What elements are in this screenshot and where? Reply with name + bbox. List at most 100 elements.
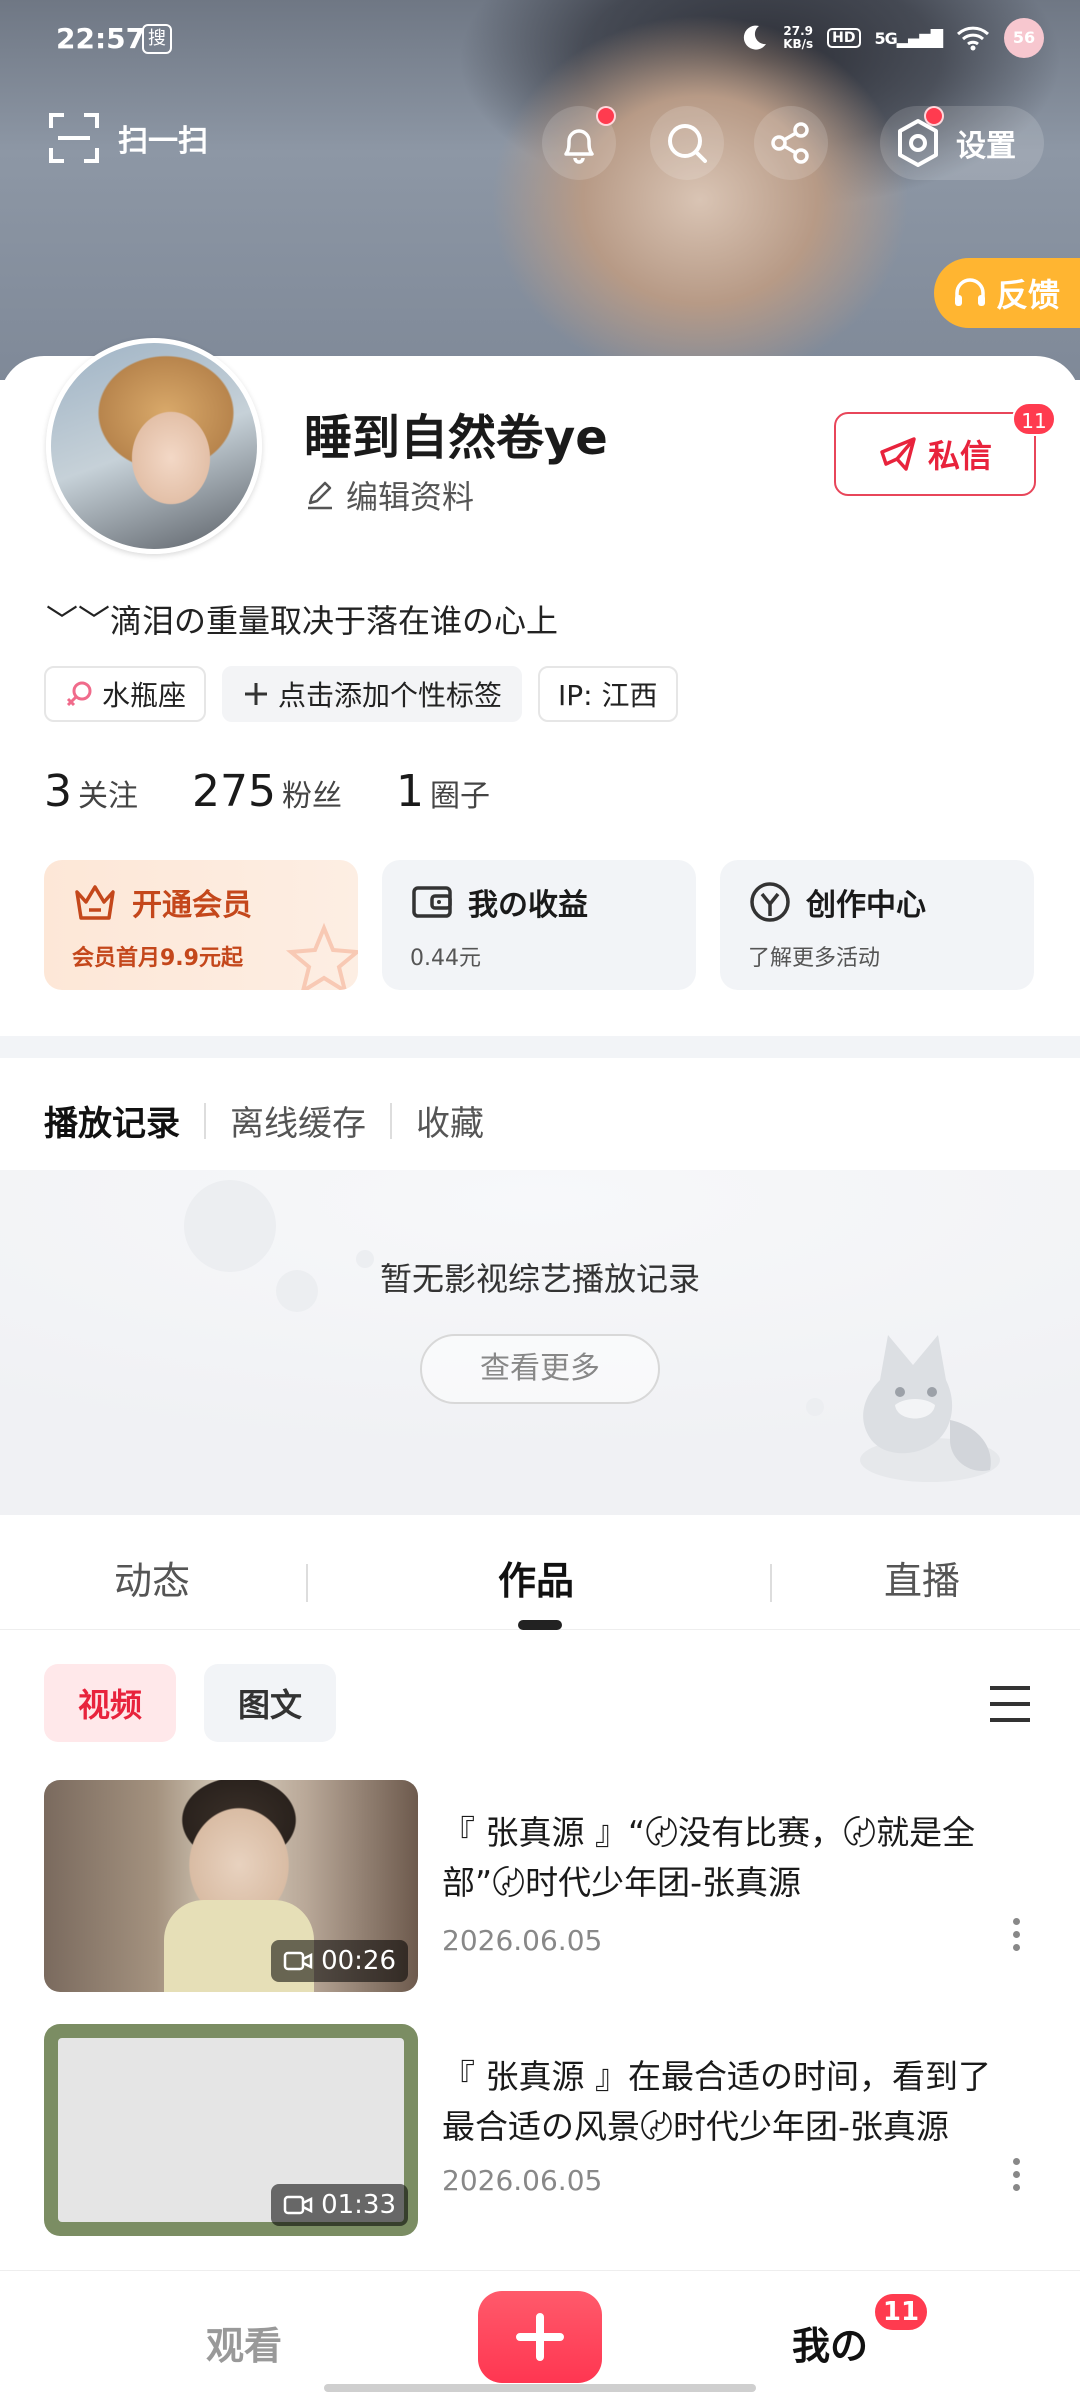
- view-more-button[interactable]: 查看更多: [420, 1334, 660, 1404]
- add-tag-label: 点击添加个性标签: [278, 679, 503, 712]
- vip-decoration-icon: [285, 922, 358, 990]
- tab-separator: [770, 1564, 772, 1602]
- search-app-icon: 搜: [142, 24, 172, 54]
- net-speed: 27.9 KB/s: [783, 24, 814, 51]
- status-time: 22:57: [56, 22, 146, 55]
- scan-button[interactable]: 扫一扫: [48, 112, 208, 164]
- more-options-icon[interactable]: [1010, 1918, 1022, 1951]
- scan-icon: [49, 113, 99, 163]
- tab-works[interactable]: 作品: [498, 1550, 574, 1605]
- scan-label: 扫一扫: [118, 124, 208, 159]
- list-menu-icon[interactable]: [988, 1684, 1032, 1724]
- top-nav: 扫一扫 设置: [0, 100, 1080, 190]
- video-camera-icon: [283, 2195, 313, 2215]
- pencil-icon: [308, 481, 332, 510]
- send-icon: [880, 437, 916, 471]
- share-button[interactable]: [754, 106, 828, 180]
- edit-profile-link[interactable]: 编辑资料: [304, 472, 474, 518]
- add-tag-button[interactable]: 点击添加个性标签: [222, 666, 523, 722]
- search-button[interactable]: [650, 106, 724, 180]
- status-bar: 22:57 搜 27.9 KB/s HD 5G▂▄▆█ 56: [0, 0, 1080, 76]
- wifi-icon: [956, 26, 990, 51]
- private-message-label: 私信: [927, 437, 992, 475]
- creator-center-card[interactable]: 创作中心 了解更多活动: [720, 860, 1034, 990]
- vip-card[interactable]: 开通会员 会员首月9.9元起: [44, 860, 358, 990]
- tab-play-history[interactable]: 播放记录: [44, 1096, 180, 1145]
- zodiac-label: 水瓶座: [102, 679, 187, 712]
- plus-icon: [245, 683, 268, 705]
- tab-feed[interactable]: 动态: [114, 1550, 190, 1605]
- nav-me[interactable]: 我の: [792, 2315, 868, 2370]
- content-tabs: 动态 作品 直播: [0, 1520, 1080, 1630]
- video-item[interactable]: 00:26 『 张真源 』“〄没有比赛，〄就是全部”〄时代少年团-张真源 202…: [44, 1780, 1044, 1992]
- settings-button[interactable]: 设置: [880, 106, 1044, 180]
- tab-separator: [306, 1564, 308, 1602]
- stat-circles[interactable]: 1 圈子: [396, 766, 490, 817]
- decor-bubble: [806, 1398, 824, 1416]
- video-thumbnail[interactable]: 00:26: [44, 1780, 418, 1992]
- creator-icon: [750, 882, 790, 922]
- stat-following[interactable]: 3 关注: [44, 766, 138, 817]
- creator-sub: 了解更多活动: [748, 946, 881, 971]
- filter-video[interactable]: 视频: [44, 1664, 177, 1742]
- feedback-label: 反馈: [996, 276, 1061, 314]
- settings-label: 设置: [956, 129, 1016, 164]
- section-divider: [0, 1036, 1080, 1058]
- empty-message: 暂无影视综艺播放记录: [379, 1260, 700, 1298]
- video-item[interactable]: 01:33 『 张真源 』在最合适の时间，看到了最合适の风景〄时代少年团-张真源…: [44, 2024, 1044, 2236]
- tab-separator: [204, 1102, 206, 1139]
- home-indicator: [324, 2384, 756, 2392]
- earnings-title: 我の收益: [468, 888, 588, 923]
- bell-icon: [564, 129, 594, 164]
- stat-followers[interactable]: 275 粉丝: [192, 766, 342, 817]
- video-date: 2026.06.05: [442, 1924, 603, 1957]
- earnings-value: 0.44元: [410, 946, 481, 971]
- profile-stats: 3 关注 275 粉丝 1 圈子: [44, 766, 490, 817]
- headset-icon: [955, 278, 985, 306]
- video-title: 『 张真源 』“〄没有比赛，〄就是全部”〄时代少年团-张真源: [442, 1813, 976, 1902]
- earnings-card[interactable]: 我の收益 0.44元: [382, 860, 696, 990]
- zodiac-tag[interactable]: 水瓶座: [44, 666, 207, 722]
- video-date: 2026.06.05: [442, 2164, 603, 2197]
- history-tabs: 播放记录 离线缓存 收藏: [44, 1096, 484, 1145]
- quick-actions: 开通会员 会员首月9.9元起 我の收益 0.44元 创作中心 了解更多活动: [44, 860, 1034, 990]
- bottom-nav: 观看 我の 11: [0, 2270, 1080, 2400]
- create-button[interactable]: [478, 2291, 602, 2383]
- ip-label: IP: 江西: [558, 679, 658, 712]
- profile-tags: 水瓶座 点击添加个性标签 IP: 江西: [44, 666, 678, 722]
- crown-icon: [75, 885, 115, 920]
- settings-dot: [924, 106, 944, 126]
- tab-live[interactable]: 直播: [884, 1550, 960, 1605]
- bio: ﹀﹀滴泪の重量取决于落在谁の心上: [46, 602, 559, 640]
- share-icon: [771, 122, 809, 164]
- filter-image-text[interactable]: 图文: [204, 1664, 337, 1742]
- vip-title: 开通会员: [132, 888, 252, 923]
- message-badge: 11: [1012, 402, 1056, 436]
- filter-row: 视频 图文: [44, 1664, 337, 1742]
- more-options-icon[interactable]: [1010, 2158, 1022, 2191]
- wallet-icon: [412, 886, 452, 918]
- ip-tag: IP: 江西: [538, 666, 678, 722]
- avatar[interactable]: [46, 338, 262, 554]
- mascot-icon: [860, 1335, 1000, 1482]
- nickname: 睡到自然卷ye: [304, 410, 608, 466]
- moon-icon: [744, 25, 767, 50]
- video-thumbnail[interactable]: 01:33: [44, 2024, 418, 2236]
- tab-separator: [390, 1102, 392, 1139]
- notification-dot: [596, 106, 616, 126]
- video-duration: 01:33: [271, 2184, 408, 2226]
- nav-watch[interactable]: 观看: [206, 2315, 282, 2370]
- female-icon: [66, 681, 92, 707]
- plus-icon: [516, 2313, 564, 2361]
- signal-icon: 5G▂▄▆█: [874, 28, 943, 48]
- tab-offline-cache[interactable]: 离线缓存: [230, 1096, 366, 1145]
- feedback-button[interactable]: 反馈: [934, 258, 1080, 328]
- search-icon: [668, 124, 707, 163]
- tab-favorites[interactable]: 收藏: [416, 1096, 484, 1145]
- notifications-button[interactable]: [542, 106, 616, 180]
- nav-me-badge: 11: [872, 2291, 930, 2333]
- private-message-button[interactable]: 私信: [834, 412, 1036, 496]
- video-duration: 00:26: [271, 1940, 408, 1982]
- edit-profile-label: 编辑资料: [346, 478, 475, 516]
- hd-icon: HD: [827, 28, 861, 48]
